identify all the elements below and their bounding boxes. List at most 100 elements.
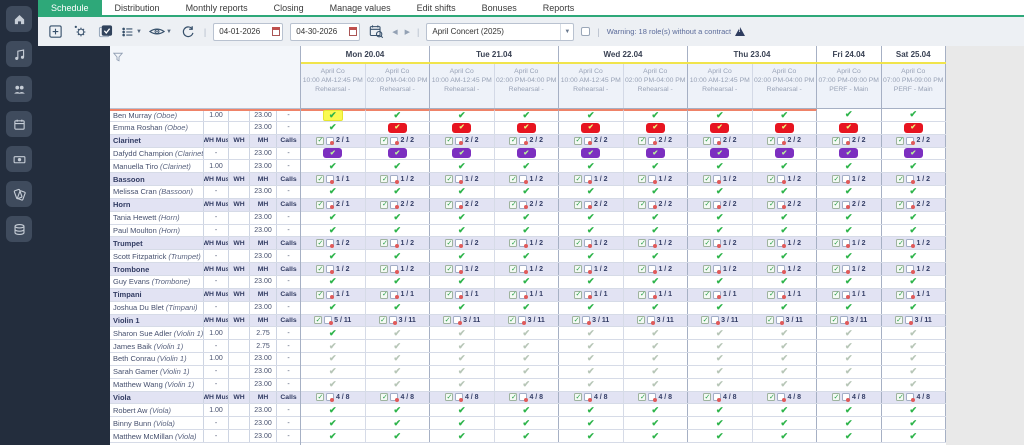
schedule-cell[interactable]: ✔ [882,404,947,416]
schedule-cell[interactable]: ✔ [430,430,495,442]
schedule-cell[interactable]: 1 / 2 [753,237,818,249]
schedule-cell[interactable]: ✔ [882,212,947,224]
schedule-cell[interactable]: ✔ [301,122,366,134]
schedule-cell[interactable]: ✔ [882,430,947,442]
schedule-cell[interactable]: ✔ [624,109,689,121]
schedule-cell[interactable]: 1 / 2 [430,173,495,185]
tab-manage-values[interactable]: Manage values [317,0,404,15]
schedule-cell[interactable]: 1 / 2 [301,263,366,275]
schedule-cell[interactable]: ✔ [753,327,818,339]
schedule-cell[interactable]: ✔ [817,340,882,352]
refresh-button[interactable] [179,22,197,42]
schedule-cell[interactable]: ✔ [495,340,560,352]
schedule-cell[interactable]: 3 / 11 [559,315,624,327]
schedule-cell[interactable]: 2 / 2 [624,135,689,147]
musician-row-label[interactable]: James Baik (Violin 1)-2.75- [110,340,300,353]
prev-period-button[interactable]: ◀ [392,28,397,36]
tab-schedule[interactable]: Schedule [38,0,102,15]
schedule-cell[interactable]: 2 / 2 [366,199,431,211]
schedule-cell[interactable]: ✔ [688,148,753,160]
schedule-cell[interactable]: 1 / 2 [430,237,495,249]
schedule-cell[interactable]: 2 / 2 [495,135,560,147]
schedule-cell[interactable]: 1 / 2 [366,237,431,249]
musician-row-label[interactable]: Melissa Cran (Bassoon)-23.00- [110,186,300,199]
schedule-cell[interactable]: ✔ [817,186,882,198]
schedule-cell[interactable]: ✔ [624,250,689,262]
schedule-cell[interactable]: ✔ [688,109,753,121]
schedule-cell[interactable]: ✔ [495,327,560,339]
schedule-cell[interactable]: 3 / 11 [366,315,431,327]
event-header-cell[interactable]: April Co10:00 AM-12:45 PMRehearsal - [559,64,624,108]
schedule-cell[interactable]: ✔ [882,379,947,391]
schedule-cell[interactable]: ✔ [688,353,753,365]
musician-row-label[interactable]: Guy Evans (Trombone)-23.00- [110,276,300,289]
schedule-cell[interactable]: 3 / 11 [495,315,560,327]
event-header-cell[interactable]: April Co10:00 AM-12:45 PMRehearsal - [301,64,366,108]
schedule-cell[interactable]: ✔ [688,160,753,172]
schedule-cell[interactable]: ✔ [753,186,818,198]
schedule-cell[interactable]: ✔ [817,302,882,314]
schedule-cell[interactable]: ✔ [495,302,560,314]
schedule-cell[interactable]: 1 / 1 [301,289,366,301]
schedule-cell[interactable]: 1 / 2 [882,263,947,275]
schedule-cell[interactable]: ✔ [430,379,495,391]
schedule-cell[interactable]: ✔ [559,225,624,237]
section-row-label[interactable]: TromboneWH MusWHMHCalls [110,263,300,276]
musician-row-label[interactable]: Emma Roshan (Oboe)23.00- [110,122,300,135]
schedule-cell[interactable]: ✔ [559,404,624,416]
schedule-cell[interactable]: 4 / 8 [430,392,495,404]
event-header-cell[interactable]: April Co02:00 PM-04:00 PMRehearsal - [753,64,818,108]
schedule-cell[interactable]: 2 / 1 [301,199,366,211]
schedule-cell[interactable]: ✔ [817,276,882,288]
schedule-cell[interactable]: ✔ [495,212,560,224]
musician-row-label[interactable]: Sharon Sue Adler (Violin 1)1.002.75- [110,327,300,340]
schedule-cell[interactable]: ✔ [624,160,689,172]
schedule-cell[interactable]: ✔ [495,430,560,442]
schedule-cell[interactable]: ✔ [817,379,882,391]
schedule-cell[interactable]: 1 / 2 [559,237,624,249]
schedule-cell[interactable]: ✔ [430,122,495,134]
schedule-cell[interactable]: ✔ [753,340,818,352]
schedule-cell[interactable]: ✔ [882,353,947,365]
schedule-cell[interactable]: ✔ [624,148,689,160]
schedule-cell[interactable]: 1 / 2 [688,173,753,185]
schedule-cell[interactable]: 1 / 2 [688,237,753,249]
schedule-cell[interactable]: 1 / 2 [366,263,431,275]
schedule-cell[interactable]: ✔ [559,148,624,160]
schedule-cell[interactable]: ✔ [301,186,366,198]
schedule-cell[interactable]: ✔ [366,276,431,288]
schedule-cell[interactable]: ✔ [882,225,947,237]
schedule-cell[interactable]: 4 / 8 [495,392,560,404]
schedule-cell[interactable]: 4 / 8 [817,392,882,404]
schedule-cell[interactable]: 1 / 1 [753,289,818,301]
schedule-cell[interactable]: ✔ [688,302,753,314]
schedule-cell[interactable]: 1 / 2 [817,263,882,275]
schedule-cell[interactable]: ✔ [817,212,882,224]
musician-row-label[interactable]: Binny Bunn (Viola)-23.00- [110,417,300,430]
schedule-cell[interactable]: ✔ [559,340,624,352]
section-row-label[interactable]: BassoonWH MusWHMHCalls [110,173,300,186]
schedule-cell[interactable]: 2 / 2 [882,199,947,211]
schedule-cell[interactable]: ✔ [688,417,753,429]
schedule-cell[interactable]: ✔ [559,430,624,442]
settings-button[interactable] [71,22,89,42]
schedule-cell[interactable]: 2 / 2 [624,199,689,211]
schedule-cell[interactable]: 4 / 8 [559,392,624,404]
schedule-cell[interactable]: ✔ [753,250,818,262]
schedule-cell[interactable]: ✔ [366,186,431,198]
musician-row-label[interactable]: Scott Fitzpatrick (Trumpet)-23.00- [110,250,300,263]
schedule-cell[interactable]: 3 / 11 [753,315,818,327]
schedule-cell[interactable]: ✔ [495,404,560,416]
schedule-cell[interactable]: ✔ [366,160,431,172]
schedule-cell[interactable]: 1 / 2 [495,173,560,185]
schedule-cell[interactable]: ✔ [430,160,495,172]
visibility-button[interactable]: ▼ [149,22,172,42]
schedule-cell[interactable]: ✔ [495,122,560,134]
schedule-cell[interactable]: ✔ [430,417,495,429]
section-row-label[interactable]: HornWH MusWHMHCalls [110,199,300,212]
schedule-cell[interactable]: ✔ [817,353,882,365]
schedule-cell[interactable]: ✔ [495,353,560,365]
schedule-cell[interactable]: ✔ [430,148,495,160]
schedule-cell[interactable]: ✔ [301,212,366,224]
schedule-cell[interactable]: ✔ [366,379,431,391]
